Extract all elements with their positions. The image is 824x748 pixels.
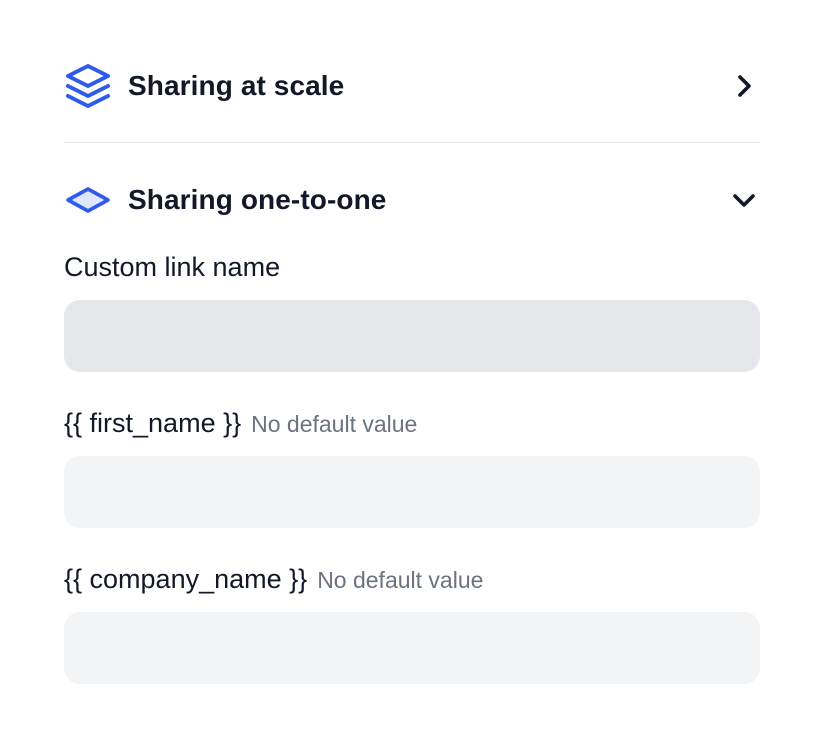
section-title: Sharing at scale: [128, 70, 345, 101]
default-value-hint: No default value: [317, 567, 484, 593]
section-title: Sharing one-to-one: [128, 184, 387, 215]
custom-link-name-input[interactable]: [64, 300, 760, 372]
chevron-down-icon[interactable]: [728, 184, 760, 216]
custom-link-name-label: Custom link name: [64, 252, 280, 283]
company-name-label: {{ company_name }} No default value: [64, 564, 483, 595]
field-label-text: {{ company_name }}: [64, 564, 308, 594]
first-name-input[interactable]: [64, 456, 760, 528]
first-name-label: {{ first_name }} No default value: [64, 408, 417, 439]
stacked-layers-icon: [64, 62, 112, 110]
company-name-input[interactable]: [64, 612, 760, 684]
field-label-text: {{ first_name }}: [64, 408, 242, 438]
section-sharing-at-scale[interactable]: Sharing at scale: [64, 62, 760, 110]
sharing-panel: Sharing at scale Sharing one-to-one Cust…: [0, 0, 824, 748]
chevron-right-icon[interactable]: [728, 70, 760, 102]
single-layer-icon: [64, 176, 112, 224]
section-divider: [64, 142, 760, 143]
section-sharing-one-to-one[interactable]: Sharing one-to-one: [64, 176, 760, 224]
field-label-text: Custom link name: [64, 252, 281, 282]
default-value-hint: No default value: [251, 411, 418, 437]
